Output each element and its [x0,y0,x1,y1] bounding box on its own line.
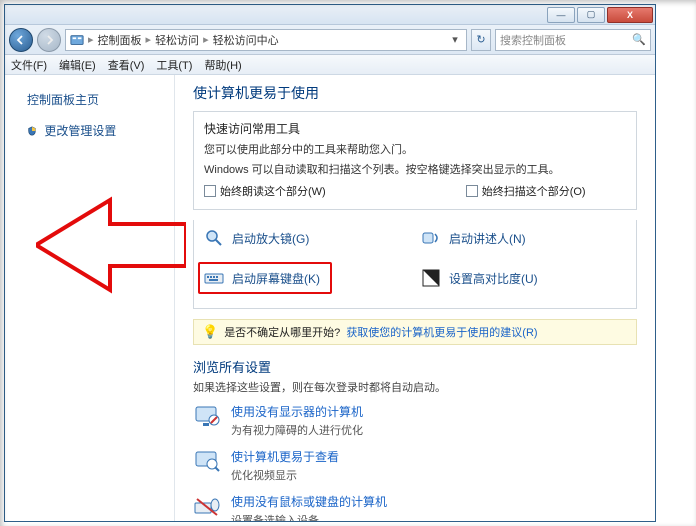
setting-link[interactable]: 使用没有鼠标或键盘的计算机 [231,493,387,510]
sidebar-item-label: 更改管理设置 [44,124,116,138]
quick-access-panel: 快速访问常用工具 您可以使用此部分中的工具来帮助您入门。 Windows 可以自… [193,111,637,210]
page-title: 使计算机更易于使用 [193,83,637,103]
setting-desc: 设置备选输入设备 [231,512,387,521]
breadcrumb[interactable]: ▸ 控制面板 ▸ 轻松访问 ▸ 轻松访问中心 ▾ [65,29,467,51]
titlebar: — ▢ X [5,5,655,25]
tool-on-screen-keyboard[interactable]: 启动屏幕键盘(K) [204,262,409,294]
sidebar: 控制面板主页 更改管理设置 [5,75,175,521]
tool-narrator[interactable]: 启动讲述人(N) [421,228,626,248]
checkbox-always-read[interactable]: 始终朗读这个部分(W) [204,183,326,199]
search-placeholder: 搜索控制面板 [500,32,566,48]
crumb-control-panel[interactable]: 控制面板 [98,32,142,48]
chevron-right-icon: ▸ [88,33,94,46]
nav-back-button[interactable] [9,28,33,52]
setting-link[interactable]: 使计算机更易于查看 [231,448,339,465]
close-button[interactable]: X [607,7,653,23]
minimize-button[interactable]: — [547,7,575,23]
tool-label: 启动放大镜(G) [232,230,309,247]
narrator-icon [421,228,441,248]
setting-desc: 为有视力障碍的人进行优化 [231,422,363,438]
quick-panel-line1: 您可以使用此部分中的工具来帮助您入门。 [204,141,626,157]
window-frame: — ▢ X ▸ 控制面板 ▸ 轻松访问 ▸ 轻松访问中心 ▾ ↻ 搜索控制面板 … [4,4,656,522]
quick-tools-grid: 启动放大镜(G) 启动讲述人(N) 启动屏幕键盘(K) 设置高对比度(U) [193,220,637,309]
address-dropdown-icon[interactable]: ▾ [448,33,462,46]
lightbulb-icon: 💡 [202,324,218,340]
menu-help[interactable]: 帮助(H) [204,57,241,73]
keyboard-icon [204,268,224,288]
menubar: 文件(F) 编辑(E) 查看(V) 工具(T) 帮助(H) [5,55,655,75]
control-panel-icon [70,33,84,47]
highlight-box-annotation: 启动屏幕键盘(K) [198,262,332,294]
quick-panel-title: 快速访问常用工具 [204,120,626,137]
maximize-button[interactable]: ▢ [577,7,605,23]
contrast-icon [421,268,441,288]
shield-icon [27,126,37,136]
crumb-ease-of-access[interactable]: 轻松访问 [155,32,199,48]
sidebar-item-home[interactable]: 控制面板主页 [27,91,166,108]
setting-no-display[interactable]: 使用没有显示器的计算机 为有视力障碍的人进行优化 [193,403,637,438]
sidebar-item-label: 控制面板主页 [27,93,99,107]
menu-tools[interactable]: 工具(T) [156,57,192,73]
tool-label: 设置高对比度(U) [449,270,538,287]
tool-label: 启动讲述人(N) [449,230,526,247]
address-bar: ▸ 控制面板 ▸ 轻松访问 ▸ 轻松访问中心 ▾ ↻ 搜索控制面板 🔍 [5,25,655,55]
input-alt-icon [193,493,221,521]
search-icon: 🔍 [632,33,646,46]
search-input[interactable]: 搜索控制面板 🔍 [495,29,651,51]
browse-title: 浏览所有设置 [193,357,637,376]
setting-link[interactable]: 使用没有显示器的计算机 [231,403,363,420]
magnifier-icon [204,228,224,248]
checkbox-icon [466,185,478,197]
quick-panel-line2: Windows 可以自动读取和扫描这个列表。按空格键选择突出显示的工具。 [204,161,626,177]
setting-no-mouse-keyboard[interactable]: 使用没有鼠标或键盘的计算机 设置备选输入设备 [193,493,637,521]
tip-link[interactable]: 获取使您的计算机更易于使用的建议(R) [346,324,537,340]
nav-forward-button[interactable] [37,28,61,52]
sidebar-item-admin-settings[interactable]: 更改管理设置 [27,122,166,139]
content-area: 使计算机更易于使用 快速访问常用工具 您可以使用此部分中的工具来帮助您入门。 W… [175,75,655,521]
checkbox-label: 始终扫描这个部分(O) [482,183,586,199]
tool-high-contrast[interactable]: 设置高对比度(U) [421,262,626,294]
menu-view[interactable]: 查看(V) [108,57,145,73]
tool-magnifier[interactable]: 启动放大镜(G) [204,228,409,248]
monitor-off-icon [193,403,221,431]
menu-file[interactable]: 文件(F) [11,57,47,73]
tip-text: 是否不确定从哪里开始? [224,324,340,340]
setting-desc: 优化视频显示 [231,467,339,483]
chevron-right-icon: ▸ [203,33,209,46]
crumb-ease-center[interactable]: 轻松访问中心 [213,32,279,48]
checkbox-always-scan[interactable]: 始终扫描这个部分(O) [466,183,586,199]
tip-bar: 💡 是否不确定从哪里开始? 获取使您的计算机更易于使用的建议(R) [193,319,637,345]
checkbox-icon [204,185,216,197]
setting-easier-see[interactable]: 使计算机更易于查看 优化视频显示 [193,448,637,483]
refresh-button[interactable]: ↻ [471,29,491,51]
browse-subtitle: 如果选择这些设置，则在每次登录时都将自动启动。 [193,379,637,395]
tool-label: 启动屏幕键盘(K) [232,270,320,287]
menu-edit[interactable]: 编辑(E) [59,57,96,73]
chevron-right-icon: ▸ [146,33,152,46]
monitor-magnify-icon [193,448,221,476]
checkbox-label: 始终朗读这个部分(W) [220,183,326,199]
